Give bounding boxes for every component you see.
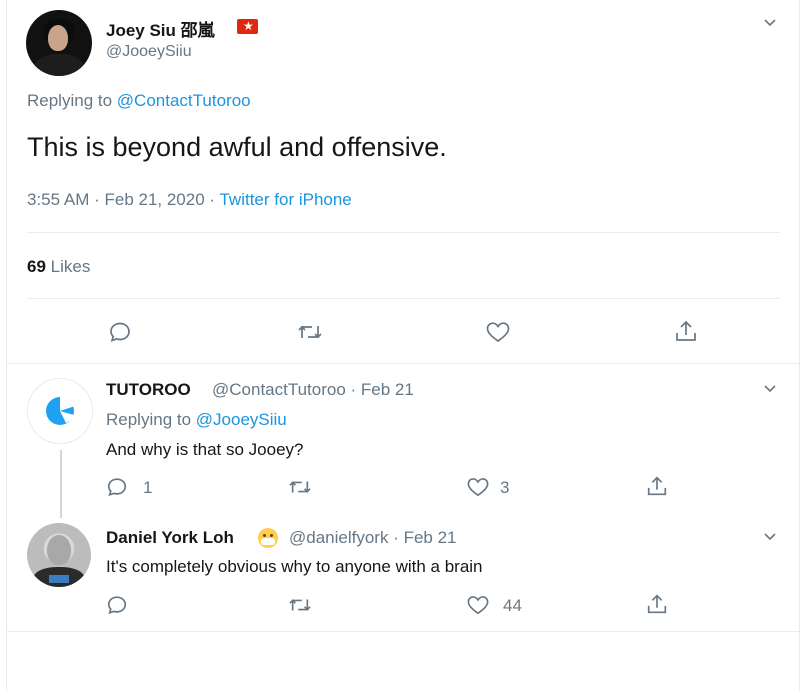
tutoroo-logo-icon: [46, 395, 75, 425]
likes-count: 69: [27, 257, 46, 276]
retweet-icon: [298, 325, 322, 339]
share-icon: [676, 320, 696, 341]
heart-icon: [467, 596, 489, 615]
divider: [6, 631, 800, 632]
replying-to-link[interactable]: @ContactTutoroo: [117, 91, 251, 110]
flag-glyph: ★: [243, 19, 254, 33]
replying-prefix: Replying to: [27, 91, 113, 110]
reply-author-name[interactable]: Daniel York Loh: [106, 528, 234, 548]
like-button[interactable]: [485, 320, 511, 344]
reply-text: And why is that so Jooey?: [106, 440, 304, 459]
reply-icon: [107, 478, 127, 497]
replying-to-link[interactable]: @JooeySiiu: [196, 410, 287, 429]
column-border-left: [6, 0, 7, 691]
reply-count: 1: [143, 478, 153, 497]
replying-to: Replying to @ContactTutoroo: [27, 91, 251, 111]
reply-meta[interactable]: @danielfyork · Feb 21: [289, 528, 457, 548]
like-button[interactable]: [466, 594, 490, 616]
avatar-badge: [49, 575, 69, 583]
retweet-button[interactable]: [287, 476, 313, 498]
like-count: 44: [503, 596, 522, 615]
retweet-icon: [289, 599, 311, 611]
tweet-meta: 3:55 AM · Feb 21, 2020 · Twitter for iPh…: [27, 190, 352, 210]
source-link[interactable]: Twitter for iPhone: [219, 190, 351, 209]
reply-icon: [110, 322, 130, 342]
likes-label: Likes: [50, 257, 91, 276]
heart-icon: [486, 322, 510, 343]
avatar-daniel[interactable]: [27, 523, 91, 587]
like-count: 3: [500, 478, 510, 497]
chevron-down-icon[interactable]: [762, 380, 778, 399]
chevron-down-icon[interactable]: [762, 528, 778, 547]
share-button[interactable]: [645, 592, 669, 616]
retweet-button[interactable]: [287, 594, 313, 616]
share-button[interactable]: [673, 318, 699, 344]
likes-summary[interactable]: 69 Likes: [27, 257, 90, 277]
reply-replying-to: Replying to @JooeySiiu: [106, 410, 287, 430]
reply-text: It's completely obvious why to anyone wi…: [106, 557, 483, 576]
thread-connector-line: [60, 450, 62, 518]
author-handle[interactable]: @JooeySiiu: [106, 43, 192, 61]
author-name[interactable]: Joey Siu 邵嵐: [106, 16, 215, 41]
avatar-face: [48, 25, 68, 51]
retweet-icon: [289, 481, 311, 493]
avatar-face: [47, 535, 71, 565]
avatar-body: [34, 54, 84, 76]
like-button[interactable]: [466, 476, 490, 498]
face-with-mask-icon: [258, 528, 278, 548]
reply-button[interactable]: [108, 320, 132, 344]
reply-author-name[interactable]: TUTOROO: [106, 380, 191, 400]
timestamp[interactable]: 3:55 AM · Feb 21, 2020 ·: [27, 190, 219, 209]
replying-prefix: Replying to: [106, 410, 192, 429]
tweet-text: This is beyond awful and offensive.: [27, 132, 447, 162]
share-icon: [647, 594, 667, 614]
share-icon: [647, 476, 667, 496]
reply-icon: [107, 596, 127, 615]
chevron-down-icon[interactable]: [762, 14, 778, 33]
share-button[interactable]: [645, 474, 669, 498]
reply-meta[interactable]: @ContactTutoroo · Feb 21: [212, 380, 414, 400]
reply-button[interactable]: [106, 594, 128, 616]
tweet-thread: Joey Siu 邵嵐 ★ @JooeySiiu Replying to @Co…: [0, 0, 800, 691]
avatar[interactable]: [26, 10, 92, 76]
divider: [27, 232, 780, 233]
divider: [6, 363, 800, 364]
avatar-tutoroo[interactable]: [27, 378, 93, 444]
heart-icon: [467, 478, 489, 497]
retweet-button[interactable]: [296, 320, 324, 344]
hong-kong-flag-icon: ★: [237, 19, 258, 34]
reply-button[interactable]: [106, 476, 128, 498]
divider: [27, 298, 780, 299]
